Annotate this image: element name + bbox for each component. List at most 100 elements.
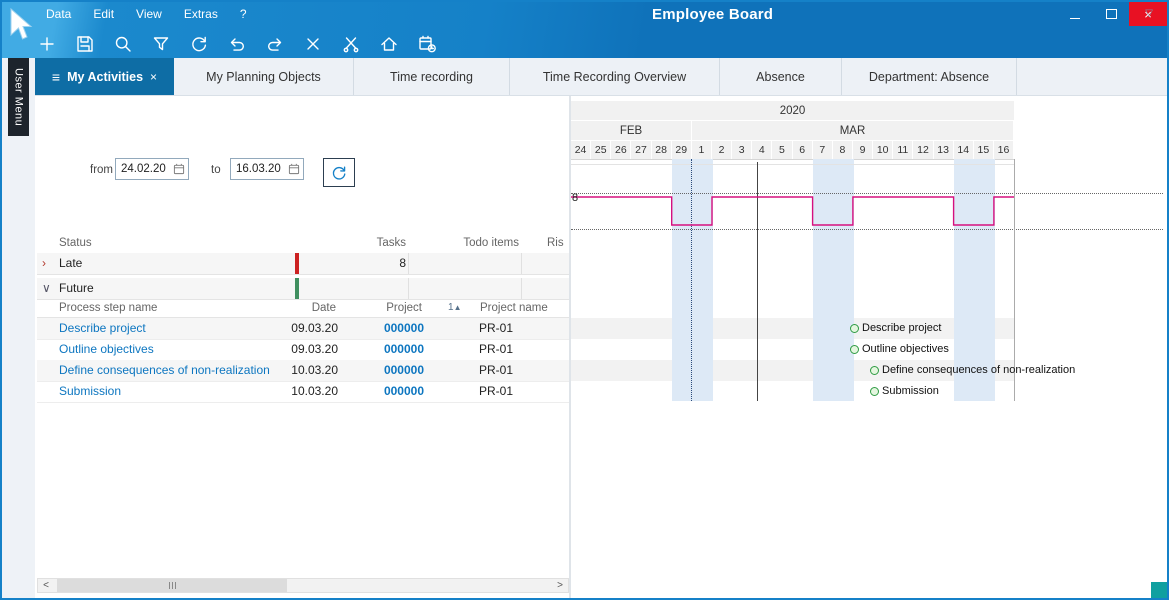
col-header-risk[interactable]: Ris [547, 237, 564, 249]
save-button[interactable] [68, 30, 101, 59]
day-header-cell: 16 [994, 141, 1014, 159]
gantt-milestone[interactable]: Define consequences of non-realization [870, 363, 1075, 377]
step-date: 10.03.20 [278, 363, 338, 377]
refresh-icon [330, 164, 348, 182]
menu-item-help[interactable]: ? [240, 7, 247, 21]
col-header-todo-items[interactable]: Todo items [429, 237, 519, 249]
status-color-bar-future [295, 278, 299, 299]
undo-button[interactable] [220, 30, 253, 59]
hamburger-icon[interactable]: ≡ [52, 69, 60, 85]
scroll-right-button[interactable]: > [552, 579, 568, 592]
table-row[interactable]: Outline objectives 09.03.20 000000 PR-01 [37, 339, 569, 361]
gantt-milestone[interactable]: Describe project [850, 321, 941, 335]
filter-button[interactable] [144, 30, 177, 59]
tab-my-planning-objects[interactable]: My Planning Objects [174, 58, 354, 95]
minimize-icon [1070, 18, 1080, 19]
process-step-link[interactable]: Submission [59, 384, 121, 398]
from-date-value: 24.02.20 [121, 163, 173, 175]
day-header-cell: 27 [631, 141, 651, 159]
expand-collapsed-icon[interactable]: › [42, 256, 46, 270]
tab-time-recording[interactable]: Time recording [354, 58, 510, 95]
milestone-label: Define consequences of non-realization [882, 364, 1075, 376]
header: Data Edit View Extras ? Employee Board × [2, 2, 1167, 60]
project-link[interactable]: 000000 [364, 363, 424, 377]
sort-badge[interactable]: 1▲ [448, 302, 461, 313]
project-link[interactable]: 000000 [364, 321, 424, 335]
redo-icon [265, 34, 285, 54]
milestone-dot-icon [870, 366, 879, 375]
tools-icon [341, 34, 361, 54]
expand-expanded-icon[interactable]: ∨ [42, 281, 51, 295]
resize-grip[interactable] [1151, 582, 1167, 598]
group-row-late[interactable]: › Late 8 [37, 253, 569, 275]
table-row[interactable]: Submission 10.03.20 000000 PR-01 [37, 381, 569, 403]
column-separator [408, 253, 409, 274]
subcol-header-project[interactable]: Project [362, 302, 422, 314]
subcol-header-step[interactable]: Process step name [59, 302, 157, 314]
subcol-header-project-name[interactable]: Project name [480, 302, 548, 314]
project-name: PR-01 [479, 363, 513, 377]
refresh-button[interactable] [182, 30, 215, 59]
menu-item-view[interactable]: View [136, 7, 162, 21]
apply-date-range-button[interactable] [323, 158, 355, 187]
tab-my-activities[interactable]: ≡ My Activities × [35, 58, 174, 95]
milestone-label: Describe project [862, 322, 941, 334]
delete-button[interactable] [296, 30, 329, 59]
col-header-status[interactable]: Status [59, 237, 92, 249]
group-row-future[interactable]: ∨ Future [37, 278, 569, 300]
home-button[interactable] [372, 30, 405, 59]
milestone-dot-icon [850, 345, 859, 354]
tab-absence[interactable]: Absence [720, 58, 842, 95]
gantt-month-header: FEB MAR [571, 121, 1014, 140]
day-header-cell: 14 [954, 141, 974, 159]
menu-item-data[interactable]: Data [46, 7, 71, 21]
gantt-year-header: 2020 [571, 101, 1014, 120]
tab-time-recording-overview[interactable]: Time Recording Overview [510, 58, 720, 95]
tab-label: My Activities [67, 70, 143, 84]
project-link[interactable]: 000000 [364, 384, 424, 398]
process-step-link[interactable]: Outline objectives [59, 342, 154, 356]
tab-close-icon[interactable]: × [150, 70, 157, 84]
menu-item-edit[interactable]: Edit [93, 7, 114, 21]
table-row[interactable]: Describe project 09.03.20 000000 PR-01 [37, 318, 569, 340]
horizontal-scrollbar[interactable]: < > [37, 578, 569, 593]
left-rail [2, 58, 35, 598]
col-header-tasks[interactable]: Tasks [346, 237, 406, 249]
redo-button[interactable] [258, 30, 291, 59]
project-link[interactable]: 000000 [364, 342, 424, 356]
table-row[interactable]: Define consequences of non-realization 1… [37, 360, 569, 382]
process-step-link[interactable]: Define consequences of non-realization [59, 363, 270, 377]
funnel-icon [151, 34, 171, 54]
subcol-header-date[interactable]: Date [276, 302, 336, 314]
from-date-input[interactable]: 24.02.20 [115, 158, 189, 180]
gantt-milestone[interactable]: Submission [870, 384, 939, 398]
process-step-link[interactable]: Describe project [59, 321, 146, 335]
minimize-button[interactable] [1057, 2, 1093, 26]
day-header-cell: 15 [974, 141, 994, 159]
to-date-input[interactable]: 16.03.20 [230, 158, 304, 180]
gantt-milestone[interactable]: Outline objectives [850, 342, 949, 356]
workload-step-line [571, 159, 1014, 259]
user-menu-tab[interactable]: User Menu [8, 58, 29, 136]
add-button[interactable] [30, 30, 63, 59]
from-label: from [90, 164, 113, 176]
year-label: 2020 [780, 105, 806, 117]
month-cell-mar: MAR [692, 121, 1014, 140]
group-name: Late [59, 256, 82, 270]
tab-department-absence[interactable]: Department: Absence [842, 58, 1017, 95]
scrollbar-thumb[interactable] [57, 579, 287, 592]
day-header-cell: 28 [652, 141, 672, 159]
day-header-cell: 6 [793, 141, 813, 159]
column-separator [521, 278, 522, 299]
scroll-left-button[interactable]: < [38, 579, 54, 592]
calendar-icon[interactable] [173, 163, 185, 175]
tab-overflow-icon[interactable]: ▽ [1145, 8, 1153, 19]
to-label: to [211, 164, 221, 176]
planning-board-button[interactable] [410, 30, 443, 59]
search-button[interactable] [106, 30, 139, 59]
day-header-cell: 9 [853, 141, 873, 159]
calendar-icon[interactable] [288, 163, 300, 175]
menu-item-extras[interactable]: Extras [184, 7, 218, 21]
tools-button[interactable] [334, 30, 367, 59]
maximize-button[interactable] [1093, 2, 1129, 26]
